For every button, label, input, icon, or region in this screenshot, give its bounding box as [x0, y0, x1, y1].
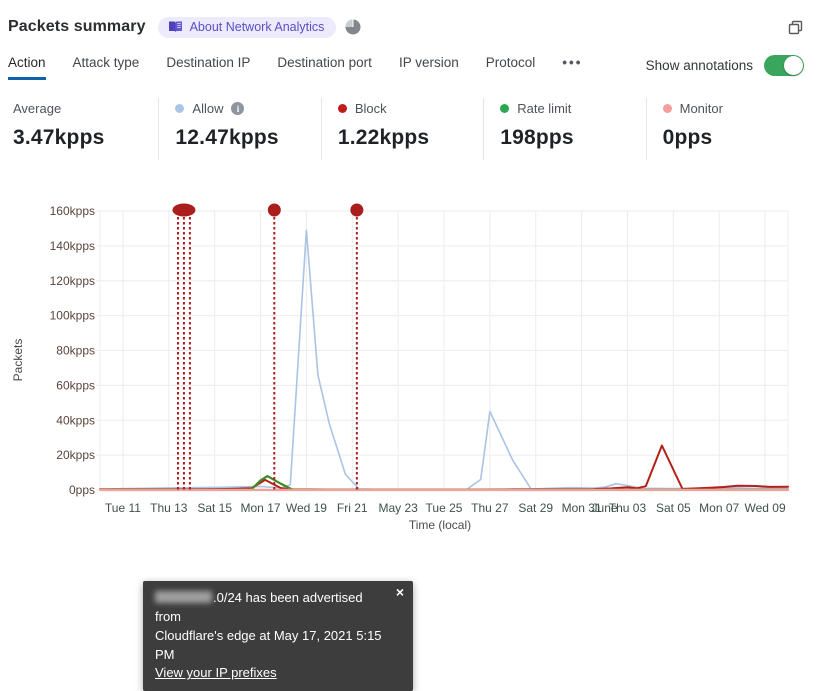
- show-annotations-control: Show annotations: [646, 55, 804, 80]
- tab-action[interactable]: Action: [8, 55, 46, 80]
- annotations: [172, 203, 364, 490]
- dimension-tabs: Action Attack type Destination IP Destinati…: [8, 55, 582, 80]
- tooltip-line1: .0/24 has been advertised from: [155, 590, 363, 624]
- legend-dot: [175, 104, 185, 113]
- tab-destination-port[interactable]: Destination port: [277, 55, 372, 80]
- svg-text:60kpps: 60kpps: [56, 378, 95, 392]
- stat-value: 3.47kpps: [13, 126, 105, 149]
- x-axis-title: Time (local): [409, 518, 471, 532]
- stat-value: 198pps: [500, 126, 574, 149]
- tab-more-ellipsis[interactable]: •••: [562, 55, 582, 80]
- svg-text:May 23: May 23: [378, 501, 418, 515]
- page-title: Packets summary: [8, 18, 146, 35]
- svg-text:0pps: 0pps: [69, 483, 95, 497]
- annotation-tooltip: × .0/24 has been advertised from Cloudfl…: [143, 581, 413, 691]
- stats-row: Average 3.47kpps Allow i 12.47kpps Block 1.22k…: [8, 98, 808, 160]
- svg-text:140kpps: 140kpps: [50, 239, 95, 253]
- book-icon: [168, 20, 183, 33]
- svg-text:40kpps: 40kpps: [56, 413, 95, 427]
- stat-label: Monitor: [679, 101, 723, 116]
- stat-allow: Allow i 12.47kpps: [158, 98, 320, 160]
- packets-chart: 0pps 20kpps 40kpps 60kpps 80kpps 100kpps 120kp…: [0, 190, 816, 691]
- x-axis-labels: Tue 11 Thu 13 Sat 15 Mon 17 Wed 19 Fri 21 May …: [105, 501, 786, 515]
- annotation-marker[interactable]: [267, 203, 281, 217]
- svg-text:Thu 27: Thu 27: [471, 501, 509, 515]
- stat-label: Rate limit: [517, 101, 572, 116]
- tooltip-line2: Cloudflare's edge at May 17, 2021 5:15 P…: [155, 627, 382, 662]
- y-axis-labels: 0pps 20kpps 40kpps 60kpps 80kpps 100kpps 120kp…: [50, 204, 95, 497]
- header: Packets summary About Network Analytics: [0, 0, 816, 40]
- svg-text:80kpps: 80kpps: [56, 344, 95, 358]
- stat-monitor: Monitor 0pps: [645, 98, 808, 160]
- tab-ip-version[interactable]: IP version: [399, 55, 459, 80]
- packets-summary-panel: Packets summary About Network Analytics: [0, 0, 816, 691]
- stat-value: 0pps: [662, 126, 713, 149]
- legend-dot: [500, 104, 510, 113]
- svg-text:Fri 21: Fri 21: [337, 501, 368, 515]
- stat-rate-limit: Rate limit 198pps: [483, 98, 645, 160]
- tab-protocol[interactable]: Protocol: [486, 55, 536, 80]
- toggle-knob: [784, 56, 803, 75]
- legend-dot: [337, 104, 347, 113]
- stat-value: 12.47kpps: [175, 126, 279, 149]
- about-badge-label: About Network Analytics: [189, 19, 325, 34]
- svg-text:160kpps: 160kpps: [50, 204, 95, 218]
- svg-text:Mon 07: Mon 07: [699, 501, 739, 515]
- svg-text:Sat 29: Sat 29: [518, 501, 553, 515]
- view-ip-prefixes-link[interactable]: View your IP prefixes: [155, 665, 277, 680]
- svg-text:Tue 25: Tue 25: [426, 501, 463, 515]
- stat-average: Average 3.47kpps: [8, 98, 158, 160]
- svg-text:100kpps: 100kpps: [50, 309, 95, 323]
- y-axis-title: Packets: [11, 339, 25, 382]
- info-icon[interactable]: i: [231, 102, 245, 115]
- stat-label: Average: [13, 101, 62, 116]
- svg-text:Thu 03: Thu 03: [609, 501, 647, 515]
- svg-text:20kpps: 20kpps: [56, 448, 95, 462]
- show-annotations-label: Show annotations: [645, 58, 753, 73]
- svg-text:Thu 13: Thu 13: [150, 501, 188, 515]
- annotation-marker[interactable]: [350, 203, 364, 217]
- stat-label: Block: [354, 101, 387, 116]
- tooltip-close-icon[interactable]: ×: [396, 585, 404, 599]
- svg-text:120kpps: 120kpps: [50, 274, 95, 288]
- redacted-ip-prefix: [155, 591, 212, 603]
- tab-destination-ip[interactable]: Destination IP: [166, 55, 250, 80]
- svg-text:Mon 17: Mon 17: [241, 501, 281, 515]
- about-network-analytics-badge[interactable]: About Network Analytics: [157, 16, 337, 38]
- popout-restore-icon[interactable]: [787, 19, 804, 36]
- show-annotations-toggle[interactable]: [764, 55, 804, 76]
- svg-text:Sat 15: Sat 15: [197, 501, 232, 515]
- grid: [96, 210, 789, 491]
- stat-block: Block 1.22kpps: [320, 98, 483, 160]
- annotation-marker-cluster[interactable]: [172, 203, 196, 217]
- svg-text:Wed 19: Wed 19: [286, 501, 327, 515]
- stat-label: Allow: [192, 101, 224, 116]
- tab-attack-type[interactable]: Attack type: [73, 55, 140, 80]
- svg-text:Sat 05: Sat 05: [656, 501, 691, 515]
- svg-text:Tue 11: Tue 11: [105, 501, 141, 515]
- tabs-row: Action Attack type Destination IP Destinati…: [0, 40, 816, 80]
- pie-chart-icon: [345, 19, 361, 35]
- legend-dot: [662, 104, 672, 113]
- packets-chart-svg: 0pps 20kpps 40kpps 60kpps 80kpps 100kpps 120kp…: [11, 203, 790, 532]
- svg-text:Wed 09: Wed 09: [744, 501, 785, 515]
- stat-value: 1.22kpps: [337, 126, 430, 149]
